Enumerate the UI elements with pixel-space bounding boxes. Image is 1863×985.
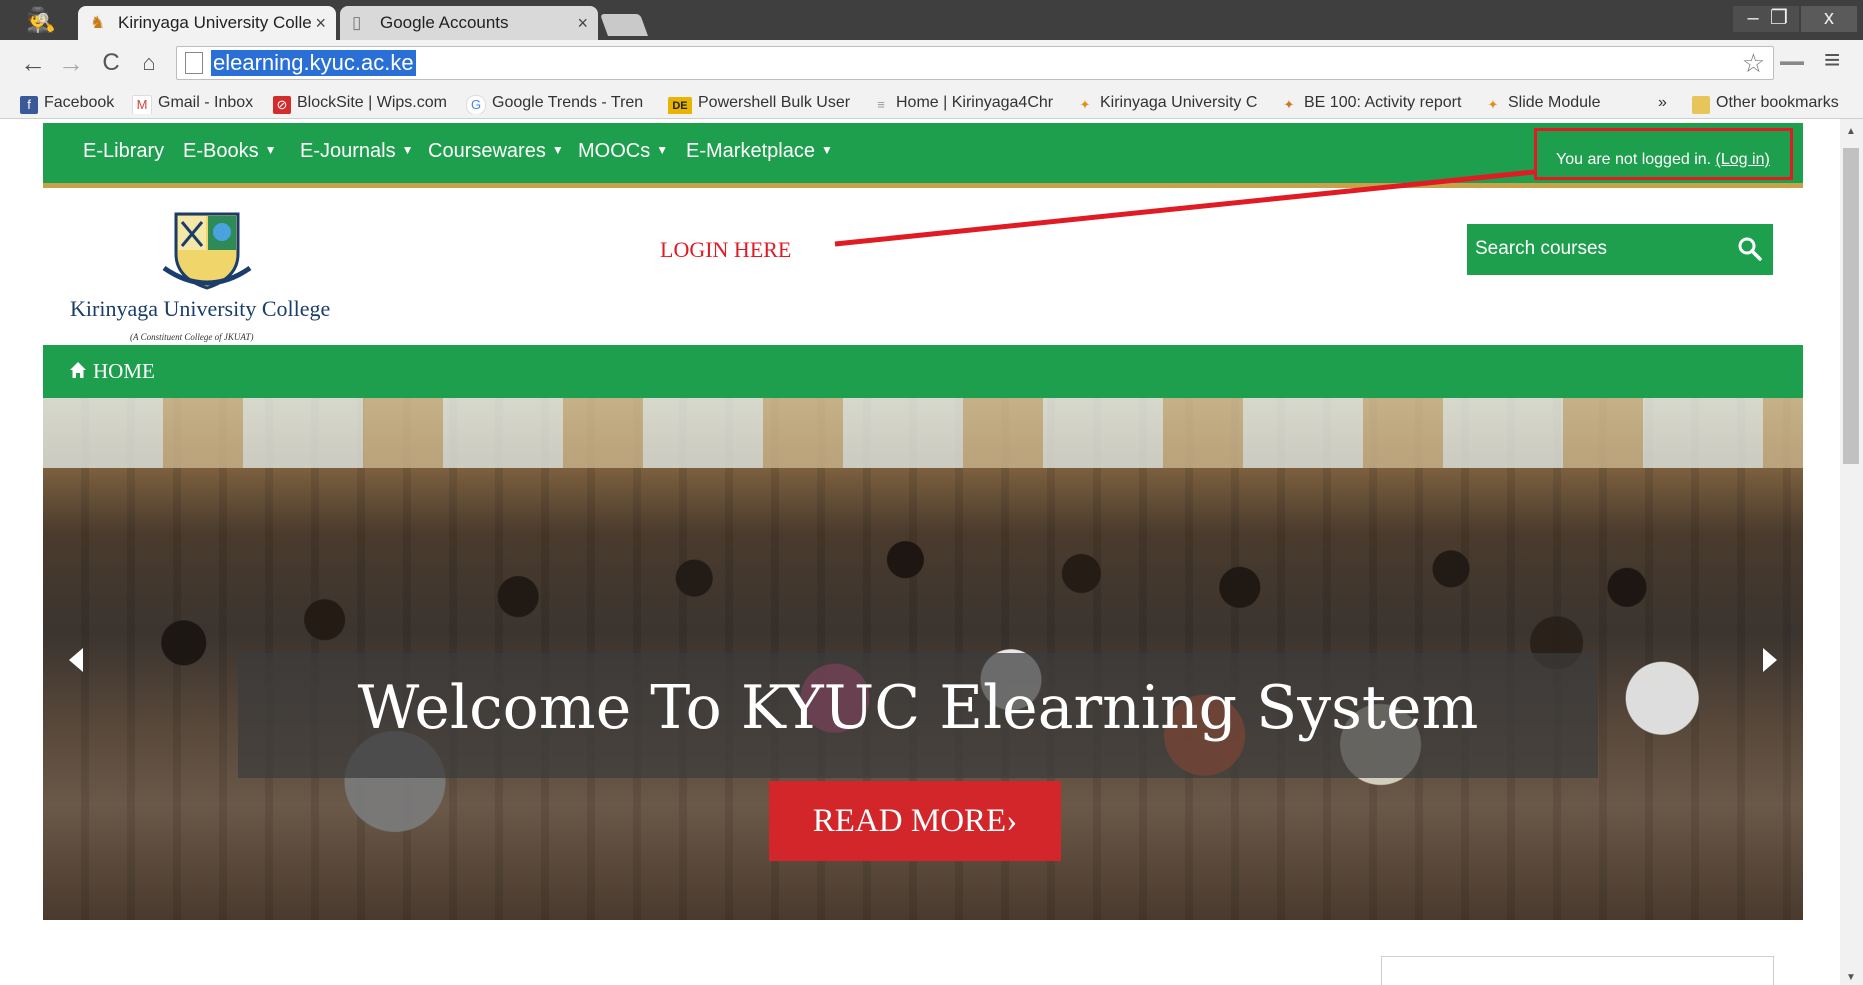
de-icon: DE — [668, 97, 692, 114]
login-status: You are not logged in. (Log in) — [1556, 151, 1770, 169]
browser-tab-strip: 🕵 ♞ Kirinyaga University Colle × ▯ Googl… — [0, 0, 1863, 40]
nav-label: E-Marketplace — [686, 140, 815, 162]
nav-label: E-Library — [83, 140, 165, 162]
college-name: Kirinyaga University College — [70, 296, 331, 321]
nav-e-books[interactable]: E-Books ▼ — [183, 140, 276, 163]
bookmark-label: Other bookmarks — [1716, 94, 1839, 111]
incognito-icon: 🕵 — [26, 7, 56, 34]
nav-e-marketplace[interactable]: E-Marketplace ▼ — [686, 140, 833, 163]
page-icon: ▯ — [352, 13, 362, 32]
caret-down-icon: ▼ — [656, 143, 669, 157]
bookmark-label: Powershell Bulk User — [698, 94, 851, 111]
tab-title: Google Accounts — [380, 13, 509, 32]
college-crest-icon — [162, 212, 252, 290]
tab-kirinyaga[interactable]: ♞ Kirinyaga University Colle × — [78, 6, 336, 40]
caret-down-icon: ▼ — [264, 143, 277, 157]
nav-label: Coursewares — [428, 140, 546, 162]
nav-e-journals[interactable]: E-Journals ▼ — [300, 140, 414, 163]
side-block — [1381, 956, 1774, 985]
nav-e-library[interactable]: E-Library — [83, 140, 164, 163]
bookmark-label: Facebook — [44, 94, 115, 111]
nav-moocs[interactable]: MOOCs ▼ — [578, 140, 668, 163]
caret-down-icon: ▼ — [551, 143, 564, 157]
url-text[interactable]: elearning.kyuc.ac.ke — [211, 50, 416, 76]
bookmarks-more-button[interactable]: » — [1658, 92, 1678, 114]
scroll-up-icon[interactable]: ▲ — [1846, 126, 1856, 137]
caret-down-icon: ▼ — [401, 143, 414, 157]
bookmark-powershell[interactable]: DE Powershell Bulk User — [668, 92, 854, 114]
kyuc-icon: ✦ — [1076, 96, 1094, 114]
slider-next-icon[interactable] — [1763, 648, 1777, 672]
bookmark-label: BE 100: Activity report — [1304, 94, 1462, 111]
address-bar[interactable]: elearning.kyuc.ac.ke ☆ — [176, 46, 1774, 80]
scrollbar-thumb[interactable] — [1843, 148, 1859, 464]
login-status-text: You are not logged in. — [1556, 151, 1712, 168]
scroll-down-icon[interactable]: ▼ — [1846, 972, 1856, 983]
breadcrumb-home[interactable]: HOME — [93, 359, 155, 384]
bookmark-kirinyaga-university[interactable]: ✦ Kirinyaga University C — [1076, 92, 1260, 114]
nav-label: MOOCs — [578, 140, 651, 162]
home-icon[interactable] — [69, 361, 87, 379]
bookmarks-bar: f Facebook M Gmail - Inbox ⊘ BlockSite | Wi… — [0, 88, 1863, 119]
search-input[interactable]: Search courses — [1475, 238, 1607, 260]
search-courses-box[interactable]: Search courses — [1467, 224, 1773, 275]
bookmark-facebook[interactable]: f Facebook — [20, 92, 116, 114]
bookmark-kirinyaga4chr[interactable]: ≡ Home | Kirinyaga4Chr — [872, 92, 1058, 114]
bookmark-gmail[interactable]: M Gmail - Inbox — [132, 92, 262, 114]
browser-toolbar: ← → C ⌂ elearning.kyuc.ac.ke ☆ ▬▬ ≡ — [0, 40, 1863, 88]
forward-icon[interactable]: → — [56, 48, 86, 78]
bookmark-label: Kirinyaga University C — [1100, 94, 1258, 111]
breadcrumb: HOME — [43, 345, 1803, 398]
folder-icon: ▮ — [1692, 96, 1710, 114]
back-icon[interactable]: ← — [18, 48, 48, 78]
blocksite-icon: ⊘ — [273, 96, 291, 114]
bookmark-blocksite[interactable]: ⊘ BlockSite | Wips.com — [273, 92, 453, 114]
college-subtitle: (A Constituent College of JKUAT) — [130, 332, 254, 342]
page-icon — [185, 52, 203, 74]
window-close-button[interactable]: x — [1801, 6, 1857, 32]
bookmark-star-icon[interactable]: ☆ — [1742, 48, 1765, 79]
nav-label: E-Books — [183, 140, 259, 162]
page-icon: ≡ — [872, 96, 890, 114]
nav-label: E-Journals — [300, 140, 396, 162]
bookmark-be100[interactable]: ✦ BE 100: Activity report — [1280, 92, 1468, 114]
tab-google-accounts[interactable]: ▯ Google Accounts × — [340, 6, 598, 40]
bookmark-label: Slide Module — [1508, 94, 1601, 111]
login-here-annotation: LOGIN HERE — [660, 237, 792, 262]
hero-slider: Welcome To KYUC Elearning System READ MO… — [43, 398, 1803, 920]
nav-coursewares[interactable]: Coursewares ▼ — [428, 140, 564, 163]
other-bookmarks[interactable]: ▮ Other bookmarks — [1692, 92, 1860, 114]
bookmark-google-trends[interactable]: G Google Trends - Tren — [466, 92, 651, 114]
extension-icon[interactable]: ▬▬ — [1780, 54, 1804, 68]
moodle-icon: ✦ — [1280, 96, 1298, 114]
new-tab-button[interactable] — [599, 14, 649, 36]
close-icon[interactable]: × — [315, 6, 326, 40]
site-favicon-icon: ♞ — [90, 13, 106, 32]
reload-icon[interactable]: C — [96, 48, 126, 78]
gmail-icon: M — [132, 95, 152, 114]
hero-caption: Welcome To KYUC Elearning System — [357, 673, 1479, 743]
caret-down-icon: ▼ — [820, 143, 833, 157]
bookmark-slide-module[interactable]: ✦ Slide Module — [1484, 92, 1614, 114]
google-icon: G — [466, 95, 486, 114]
hero-caption-band: Welcome To KYUC Elearning System — [238, 653, 1598, 778]
bookmark-label: Gmail - Inbox — [158, 94, 254, 111]
home-button-icon[interactable]: ⌂ — [134, 48, 164, 78]
bookmark-label: Google Trends - Tren — [492, 94, 644, 111]
menu-icon[interactable]: ≡ — [1824, 44, 1840, 76]
read-more-button[interactable]: READ MORE› — [769, 781, 1061, 861]
restore-button[interactable]: ❐ — [1759, 6, 1799, 32]
tab-title: Kirinyaga University Colle — [118, 13, 312, 32]
close-icon[interactable]: × — [577, 6, 588, 40]
bookmark-label: Home | Kirinyaga4Chr — [896, 94, 1054, 111]
bookmark-label: BlockSite | Wips.com — [297, 94, 447, 111]
facebook-icon: f — [20, 96, 38, 114]
kyuc-icon: ✦ — [1484, 96, 1502, 114]
search-icon[interactable] — [1737, 236, 1763, 262]
slider-prev-icon[interactable] — [69, 648, 83, 672]
login-link[interactable]: (Log in) — [1716, 151, 1770, 168]
